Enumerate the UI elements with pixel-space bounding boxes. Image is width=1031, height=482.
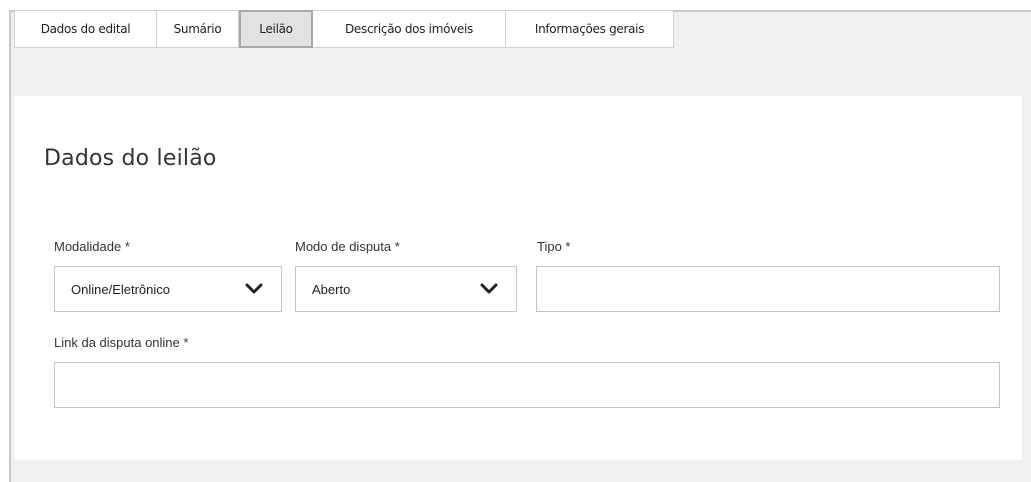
tab-dados-do-edital[interactable]: Dados do edital xyxy=(14,10,157,48)
modalidade-value: Online/Eletrônico xyxy=(71,281,170,297)
tipo-input[interactable] xyxy=(536,266,1000,312)
tab-informacoes-gerais[interactable]: Informações gerais xyxy=(506,10,674,48)
modalidade-label: Modalidade * xyxy=(54,239,130,254)
tipo-label: Tipo * xyxy=(537,239,571,254)
modo-disputa-value: Aberto xyxy=(312,281,351,297)
tab-leilao[interactable]: Leilão xyxy=(239,10,313,48)
tab-descricao-dos-imoveis[interactable]: Descrição dos imóveis xyxy=(313,10,506,48)
modo-disputa-select[interactable]: Aberto xyxy=(295,266,517,312)
chevron-down-icon xyxy=(480,283,498,294)
tab-bar: Dados do edital Sumário Leilão Descrição… xyxy=(14,10,674,48)
tab-sumario[interactable]: Sumário xyxy=(157,10,239,48)
section-title: Dados do leilão xyxy=(44,146,217,171)
chevron-down-icon xyxy=(245,283,263,294)
modalidade-select[interactable]: Online/Eletrônico xyxy=(54,266,282,312)
link-label: Link da disputa online * xyxy=(54,335,189,350)
modo-disputa-label: Modo de disputa * xyxy=(295,239,400,254)
link-input[interactable] xyxy=(54,362,1000,408)
auction-data-card: Dados do leilão Modalidade * Online/Elet… xyxy=(14,96,1022,460)
